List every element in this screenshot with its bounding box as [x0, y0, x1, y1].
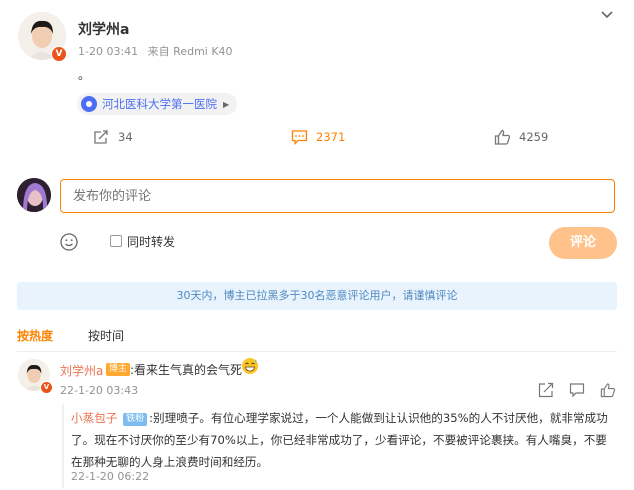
grin-sweat-emoji-icon — [241, 357, 259, 375]
location-label: 河北医科大学第一医院 — [102, 97, 217, 111]
comment-icon — [291, 130, 308, 145]
comment-button[interactable]: 2371 — [291, 129, 345, 145]
chevron-right-icon: ▶ — [223, 99, 230, 109]
emoji-icon[interactable] — [60, 233, 78, 251]
like-count: 4259 — [519, 130, 549, 144]
submit-comment-button[interactable]: 评论 — [549, 227, 617, 259]
comment-count: 2371 — [316, 130, 346, 144]
tab-sort-time[interactable]: 按时间 — [88, 327, 124, 344]
reply-comment-icon[interactable] — [569, 382, 585, 402]
reply-time: 22-1-20 06:22 — [71, 470, 150, 483]
author-badge: 博主 — [106, 363, 131, 376]
like-button[interactable]: 4259 — [494, 129, 548, 145]
reply-thread-line — [62, 404, 64, 488]
post-source: 来自 Redmi K40 — [147, 45, 233, 58]
verified-badge-icon: V — [51, 46, 67, 62]
block-notice: 30天内，博主已拉黑多于30名恶意评论用户，请谨慎评论 — [17, 282, 617, 310]
verified-badge-icon: V — [40, 381, 53, 394]
poster-name[interactable]: 刘学州a — [78, 19, 129, 39]
comment-author[interactable]: 刘学州a — [60, 362, 103, 379]
post-timestamp[interactable]: 1-20 03:41 — [78, 45, 138, 58]
reply-author[interactable]: 小蒸包子 — [71, 411, 117, 425]
divider — [17, 351, 617, 352]
chevron-down-icon[interactable] — [600, 8, 614, 24]
comment-input[interactable] — [60, 179, 615, 213]
location-tag[interactable]: 河北医科大学第一医院 ▶ — [77, 93, 238, 115]
reply-text: :别理喷子。有位心理学家说过，一个人能做到让认识他的35%的人不讨厌他，就非常成… — [71, 411, 608, 469]
repost-icon — [94, 130, 108, 144]
my-avatar[interactable] — [17, 178, 51, 212]
repost-count: 34 — [118, 130, 133, 144]
post-body: 。 — [78, 68, 91, 82]
like-icon — [494, 129, 511, 145]
repost-checkbox-label[interactable]: 同时转发 — [127, 233, 175, 250]
tab-sort-hot[interactable]: 按热度 — [17, 327, 53, 344]
share-comment-icon[interactable] — [538, 382, 554, 402]
like-comment-icon[interactable] — [600, 382, 616, 402]
comment-text: :看来生气真的会气死 — [130, 363, 243, 377]
comment-time: 22-1-20 03:43 — [60, 384, 139, 397]
reply-item: 小蒸包子 铁粉:别理喷子。有位心理学家说过，一个人能做到让认识他的35%的人不讨… — [71, 407, 611, 473]
post-meta: 1-20 03:41 来自 Redmi K40 — [78, 43, 239, 59]
location-pin-icon — [81, 96, 97, 112]
fan-badge: 铁粉 — [123, 413, 148, 426]
repost-checkbox[interactable] — [110, 235, 122, 247]
repost-button[interactable]: 34 — [93, 129, 133, 145]
